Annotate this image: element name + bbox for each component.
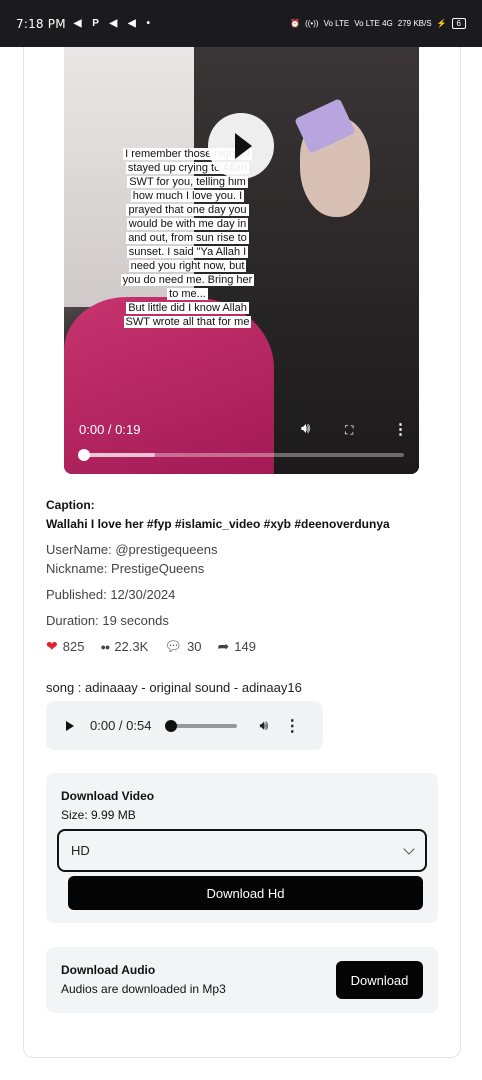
heart-icon: ❤: [46, 638, 58, 654]
video-progress-slider[interactable]: [78, 449, 404, 461]
comment-icon: 💬︎: [164, 638, 183, 654]
audio-progress-slider[interactable]: [165, 719, 238, 732]
hotspot-icon: ((•)): [305, 19, 319, 28]
shares-stat: ➦ 149: [217, 638, 256, 654]
share-icon: ➦: [217, 638, 230, 654]
signal-2-icon: Vo LTE 4G: [354, 19, 393, 28]
username: UserName: @prestigequeens: [46, 542, 218, 557]
download-audio-title: Download Audio: [61, 963, 156, 977]
nickname: Nickname: PrestigeQueens: [46, 561, 205, 576]
status-right-icons: ⏰ ((•)) Vo LTE Vo LTE 4G 279 KB/S ⚡ 6: [290, 18, 466, 29]
download-video-button[interactable]: Download Hd: [68, 876, 423, 910]
audio-player[interactable]: 0:00 / 0:54 🔊︎ ⋮: [46, 701, 323, 750]
published-date: Published: 12/30/2024: [46, 587, 176, 602]
notification-icons: ◀ P ◀ ◀ •: [73, 18, 154, 29]
more-options-icon[interactable]: ⋮: [393, 420, 408, 438]
signal-1-icon: Vo LTE: [323, 19, 350, 28]
stats-row: ❤ 825 ●● 22.3K 💬︎ 30 ➦ 149: [46, 638, 256, 655]
fullscreen-icon[interactable]: ⛶: [345, 423, 353, 438]
download-audio-panel: Download Audio Audios are downloaded in …: [46, 947, 438, 1013]
download-video-panel: Download Video Size: 9.99 MB HD Download…: [46, 773, 438, 923]
quality-selected-value: HD: [71, 843, 90, 858]
chevron-down-icon: [403, 842, 415, 855]
download-audio-button[interactable]: Download: [336, 961, 423, 999]
audio-more-icon[interactable]: ⋮: [284, 716, 300, 736]
likes-stat: ❤ 825: [46, 638, 85, 654]
caption-label: Caption:: [46, 498, 95, 512]
duration: Duration: 19 seconds: [46, 613, 169, 628]
download-audio-note: Audios are downloaded in Mp3: [61, 982, 226, 996]
audio-volume-icon[interactable]: 🔊︎: [259, 717, 268, 734]
comments-stat: 💬︎ 30: [164, 638, 202, 654]
audio-time: 0:00 / 0:54: [90, 718, 152, 733]
video-time: 0:00 / 0:19: [79, 422, 141, 437]
charging-icon: ⚡: [436, 19, 447, 28]
video-buffer-bar: [83, 453, 155, 457]
audio-progress-knob[interactable]: [165, 719, 178, 732]
song-info: song : adinaaay - original sound - adina…: [46, 680, 302, 695]
alarm-icon: ⏰: [290, 19, 301, 28]
audio-play-icon[interactable]: [66, 720, 74, 731]
caption-text: Wallahi I love her #fyp #islamic_video #…: [46, 517, 390, 531]
data-speed: 279 KB/S: [397, 19, 432, 28]
volume-icon[interactable]: 🔊︎: [301, 420, 310, 437]
status-bar: 7:18 PM ◀ P ◀ ◀ • ⏰ ((•)) Vo LTE Vo LTE …: [0, 0, 482, 47]
quality-select[interactable]: HD: [57, 829, 427, 872]
download-video-size: Size: 9.99 MB: [61, 808, 136, 822]
video-progress-knob[interactable]: [78, 449, 90, 461]
eyes-icon: ●●: [100, 641, 110, 652]
status-time: 7:18 PM: [16, 16, 66, 31]
download-video-title: Download Video: [61, 789, 155, 803]
video-play-icon[interactable]: [208, 113, 274, 179]
views-stat: ●● 22.3K: [100, 639, 149, 654]
battery-icon: 6: [451, 18, 466, 29]
